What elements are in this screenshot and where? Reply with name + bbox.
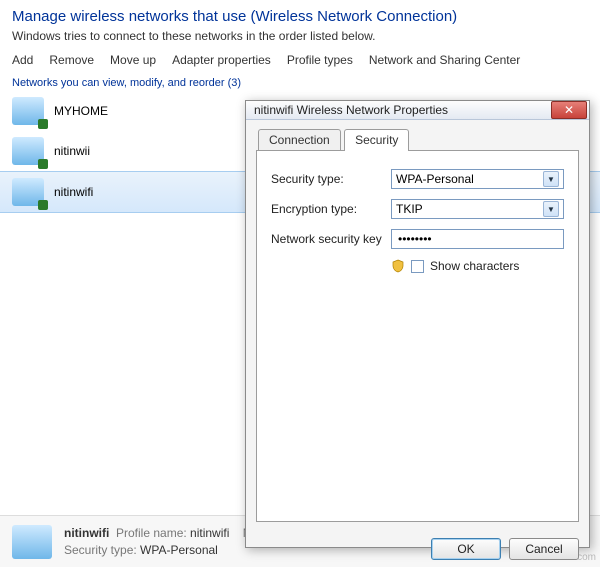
cancel-button[interactable]: Cancel (509, 538, 579, 560)
network-name: MYHOME (54, 104, 108, 118)
toolbar-profile-types[interactable]: Profile types (287, 53, 353, 67)
dialog-titlebar[interactable]: nitinwifi Wireless Network Properties ✕ (246, 101, 589, 120)
encryption-type-row: Encryption type: TKIP ▼ (271, 199, 564, 219)
security-type-label: Security type: (64, 543, 137, 557)
wifi-adapter-icon (12, 178, 44, 206)
encryption-type-select[interactable]: TKIP ▼ (391, 199, 564, 219)
detail-name: nitinwifi (64, 526, 109, 540)
wifi-adapter-icon (12, 525, 52, 559)
page-title: Manage wireless networks that use (Wirel… (12, 8, 588, 25)
security-type-select[interactable]: WPA-Personal ▼ (391, 169, 564, 189)
header: Manage wireless networks that use (Wirel… (0, 0, 600, 47)
toolbar-remove[interactable]: Remove (49, 53, 94, 67)
wifi-adapter-icon (12, 97, 44, 125)
chevron-down-icon: ▼ (543, 171, 559, 187)
toolbar-add[interactable]: Add (12, 53, 33, 67)
profile-name-label: Profile name: (116, 526, 187, 540)
dialog-title: nitinwifi Wireless Network Properties (254, 103, 551, 117)
encryption-type-value: TKIP (396, 202, 423, 216)
wifi-adapter-icon (12, 137, 44, 165)
toolbar-network-sharing[interactable]: Network and Sharing Center (369, 53, 520, 67)
show-characters-row: Show characters (391, 259, 564, 273)
security-type-value: WPA-Personal (140, 543, 218, 557)
show-characters-checkbox[interactable] (411, 260, 424, 273)
toolbar-move-up[interactable]: Move up (110, 53, 156, 67)
security-key-row: Network security key (271, 229, 564, 249)
security-type-label: Security type: (271, 172, 391, 186)
security-type-row: Security type: WPA-Personal ▼ (271, 169, 564, 189)
ok-button[interactable]: OK (431, 538, 501, 560)
dialog-buttons: OK Cancel (246, 530, 589, 570)
network-name: nitinwifi (54, 185, 93, 199)
section-label: Networks you can view, modify, and reord… (0, 73, 600, 91)
close-button[interactable]: ✕ (551, 101, 587, 119)
security-key-field[interactable] (391, 229, 564, 249)
security-key-label: Network security key (271, 232, 391, 246)
page-subtitle: Windows tries to connect to these networ… (12, 29, 588, 43)
close-icon: ✕ (564, 104, 574, 116)
tab-panel-security: Security type: WPA-Personal ▼ Encryption… (256, 150, 579, 522)
show-characters-label: Show characters (430, 259, 519, 273)
tab-security[interactable]: Security (344, 129, 409, 151)
security-key-input[interactable] (396, 231, 559, 247)
wireless-properties-dialog: nitinwifi Wireless Network Properties ✕ … (245, 100, 590, 548)
profile-name-value: nitinwifi (190, 526, 229, 540)
toolbar: Add Remove Move up Adapter properties Pr… (0, 47, 600, 73)
chevron-down-icon: ▼ (543, 201, 559, 217)
tabstrip: Connection Security (258, 128, 579, 150)
network-name: nitinwii (54, 144, 90, 158)
dialog-body: Connection Security Security type: WPA-P… (246, 120, 589, 530)
toolbar-adapter-properties[interactable]: Adapter properties (172, 53, 271, 67)
shield-icon (391, 259, 405, 273)
tab-connection[interactable]: Connection (258, 129, 341, 151)
security-type-value: WPA-Personal (396, 172, 474, 186)
encryption-type-label: Encryption type: (271, 202, 391, 216)
